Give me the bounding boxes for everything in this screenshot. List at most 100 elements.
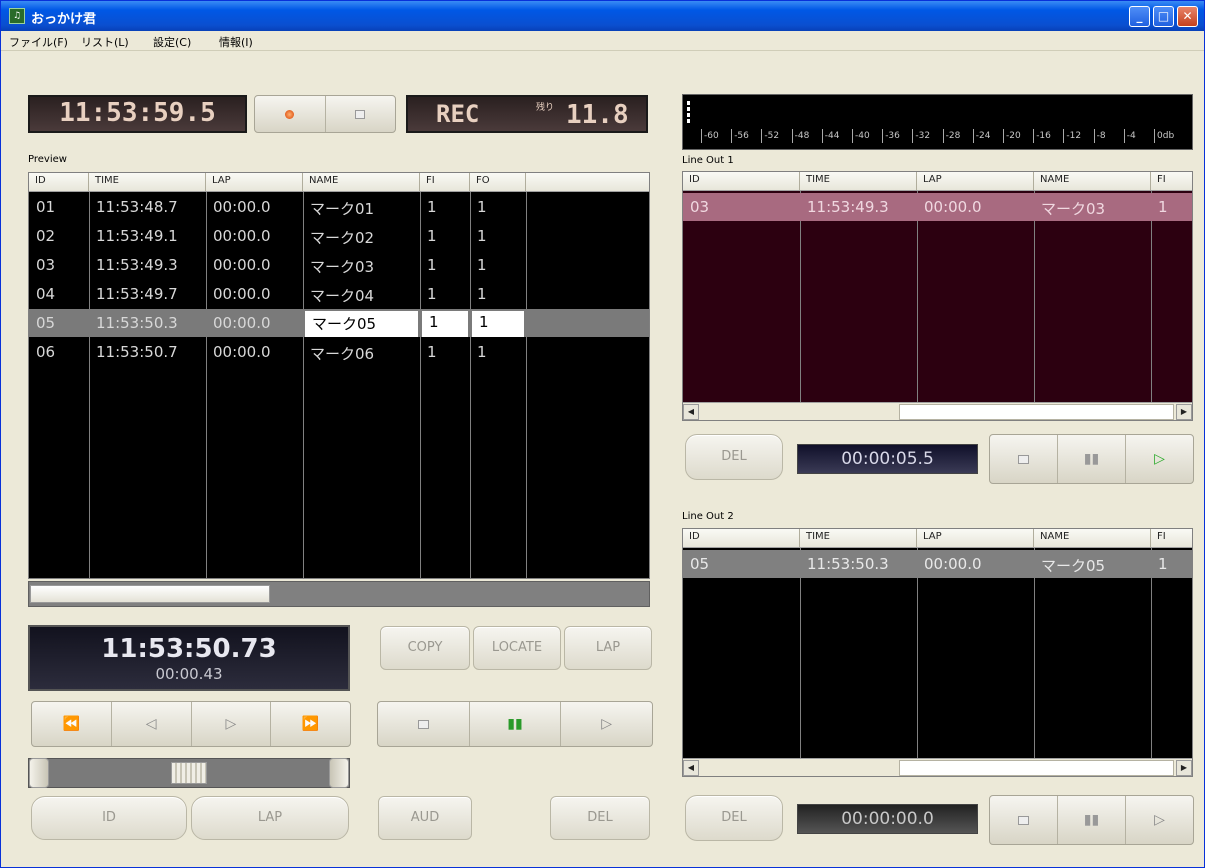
meter-tick <box>1003 129 1004 143</box>
minimize-button[interactable]: _ <box>1129 6 1150 27</box>
meter-tick-label: -28 <box>945 131 961 141</box>
scroll-right-icon[interactable]: ▶ <box>1176 404 1192 420</box>
table-row[interactable]: 05 11:53:50.3 00:00.0 マーク05 1 <box>683 550 1192 578</box>
table-cell: 11:53:48.7 <box>96 198 178 216</box>
col-name[interactable]: NAME <box>1034 529 1151 547</box>
table-row[interactable]: 06 11:53:50.7 00:00.0 マーク06 1 1 <box>29 338 649 366</box>
app-window: ♫ おっかけ君 _ □ ✕ ファイル(F) リスト(L) 設定(C) 情報(I)… <box>0 0 1205 868</box>
menu-info[interactable]: 情報(I) <box>219 34 253 50</box>
table-row[interactable]: 04 11:53:49.7 00:00.0 マーク04 1 1 <box>29 280 649 308</box>
col-fi[interactable]: FI <box>1151 172 1192 190</box>
col-time[interactable]: TIME <box>800 529 917 547</box>
preview-table[interactable]: ID TIME LAP NAME FI FO 01 11:53:48.7 00:00… <box>28 172 650 579</box>
table-cell: 11:53:49.3 <box>807 198 889 216</box>
lineout2-pause-button[interactable]: ▮▮ <box>1058 796 1126 844</box>
lineout2-scroll-thumb[interactable] <box>899 760 1174 776</box>
preview-stop-button[interactable] <box>378 702 470 746</box>
menu-list[interactable]: リスト(L) <box>81 34 129 50</box>
step-forward-button[interactable]: ▷ <box>192 702 272 746</box>
preview-scroll-thumb[interactable] <box>30 585 270 603</box>
lineout2-delete-button[interactable]: DEL <box>685 795 783 841</box>
lineout1-pause-button[interactable]: ▮▮ <box>1058 435 1126 483</box>
close-button[interactable]: ✕ <box>1177 6 1198 27</box>
col-name[interactable]: NAME <box>303 173 420 191</box>
col-fo[interactable]: FO <box>470 173 526 191</box>
step-back-button[interactable]: ◁ <box>112 702 192 746</box>
col-fi[interactable]: FI <box>1151 529 1192 547</box>
maximize-button[interactable]: □ <box>1153 6 1174 27</box>
table-cell: 00:00.0 <box>213 285 271 303</box>
locate-button[interactable]: LOCATE <box>473 626 561 670</box>
lineout1-play-button[interactable]: ▷ <box>1126 435 1193 483</box>
copy-button[interactable]: COPY <box>380 626 470 670</box>
meter-tick-label: -36 <box>885 131 900 141</box>
record-button[interactable] <box>255 96 326 132</box>
table-cell: マーク05 <box>305 311 418 337</box>
table-cell: 1 <box>477 285 487 303</box>
scroll-left-icon[interactable]: ◀ <box>683 760 699 776</box>
meter-tick <box>972 129 974 143</box>
col-name[interactable]: NAME <box>1034 172 1151 190</box>
fast-rewind-button[interactable]: ⏪ <box>32 702 112 746</box>
lineout1-stop-button[interactable] <box>990 435 1058 483</box>
lap-button[interactable]: LAP <box>564 626 652 670</box>
position-slider[interactable] <box>28 758 350 788</box>
menu-bar: ファイル(F) リスト(L) 設定(C) 情報(I) <box>1 31 1204 51</box>
stop-record-button[interactable] <box>326 96 396 132</box>
meter-tick <box>852 129 853 143</box>
col-fi[interactable]: FI <box>420 173 470 191</box>
id-button[interactable]: ID <box>31 796 187 840</box>
col-lap[interactable]: LAP <box>917 172 1034 190</box>
table-cell: 00:00.0 <box>924 555 982 573</box>
table-row[interactable]: 05 11:53:50.3 00:00.0 マーク05 1 1 <box>29 309 649 337</box>
col-lap[interactable]: LAP <box>917 529 1034 547</box>
preview-scrollbar[interactable] <box>28 581 650 607</box>
col-lap[interactable]: LAP <box>206 173 303 191</box>
col-time[interactable]: TIME <box>800 172 917 190</box>
slider-thumb[interactable] <box>171 762 207 784</box>
col-id[interactable]: ID <box>683 529 800 547</box>
table-row[interactable]: 03 11:53:49.3 00:00.0 マーク03 1 <box>683 193 1192 221</box>
table-cell: 11:53:49.3 <box>96 256 178 274</box>
player-display: 11:53:50.73 00:00.43 <box>28 625 350 691</box>
scroll-left-icon[interactable]: ◀ <box>683 404 699 420</box>
lineout2-table[interactable]: ID TIME LAP NAME FI 05 11:53:50.3 00:00.0 マ… <box>682 528 1193 777</box>
lineout1-scroll-thumb[interactable] <box>899 404 1174 420</box>
table-row[interactable]: 01 11:53:48.7 00:00.0 マーク01 1 1 <box>29 193 649 221</box>
preview-play-button[interactable]: ▷ <box>561 702 652 746</box>
table-cell: 11:53:50.7 <box>96 343 178 361</box>
slider-left-cap[interactable] <box>29 758 49 788</box>
col-time[interactable]: TIME <box>89 173 206 191</box>
lineout1-hscroll[interactable]: ◀ ▶ <box>683 402 1192 420</box>
lineout2-stop-button[interactable] <box>990 796 1058 844</box>
menu-file[interactable]: ファイル(F) <box>9 34 68 50</box>
table-cell: マーク03 <box>310 258 375 276</box>
lineout1-table[interactable]: ID TIME LAP NAME FI 03 11:53:49.3 00:00.0 マ… <box>682 171 1193 421</box>
preview-pause-button[interactable]: ▮▮ <box>470 702 562 746</box>
lineout1-delete-button[interactable]: DEL <box>685 434 783 480</box>
rec-label: REC <box>436 100 480 128</box>
lineout2-play-button[interactable]: ▷ <box>1126 796 1193 844</box>
slider-right-cap[interactable] <box>329 758 349 788</box>
table-row[interactable]: 03 11:53:49.3 00:00.0 マーク03 1 1 <box>29 251 649 279</box>
play-icon: ▷ <box>601 716 613 732</box>
menu-settings[interactable]: 設定(C) <box>153 34 191 50</box>
table-cell: 1 <box>1158 198 1168 216</box>
fast-forward-button[interactable]: ⏩ <box>271 702 350 746</box>
aud-button[interactable]: AUD <box>378 796 472 840</box>
scroll-right-icon[interactable]: ▶ <box>1176 760 1192 776</box>
table-cell: 1 <box>1158 555 1168 573</box>
table-cell: 1 <box>477 256 487 274</box>
table-row[interactable]: 02 11:53:49.1 00:00.0 マーク02 1 1 <box>29 222 649 250</box>
lineout2-hscroll[interactable]: ◀ ▶ <box>683 758 1192 776</box>
pause-icon: ▮▮ <box>1083 451 1100 467</box>
table-cell: 00:00.0 <box>213 314 271 332</box>
record-controls <box>254 95 396 133</box>
meter-tick <box>1063 129 1065 143</box>
lap-sort-button[interactable]: LAP <box>191 796 349 840</box>
lineout2-transport: ▮▮ ▷ <box>989 795 1194 845</box>
meter-tick <box>731 129 733 143</box>
col-id[interactable]: ID <box>29 173 89 191</box>
delete-button[interactable]: DEL <box>550 796 650 840</box>
col-id[interactable]: ID <box>683 172 800 190</box>
